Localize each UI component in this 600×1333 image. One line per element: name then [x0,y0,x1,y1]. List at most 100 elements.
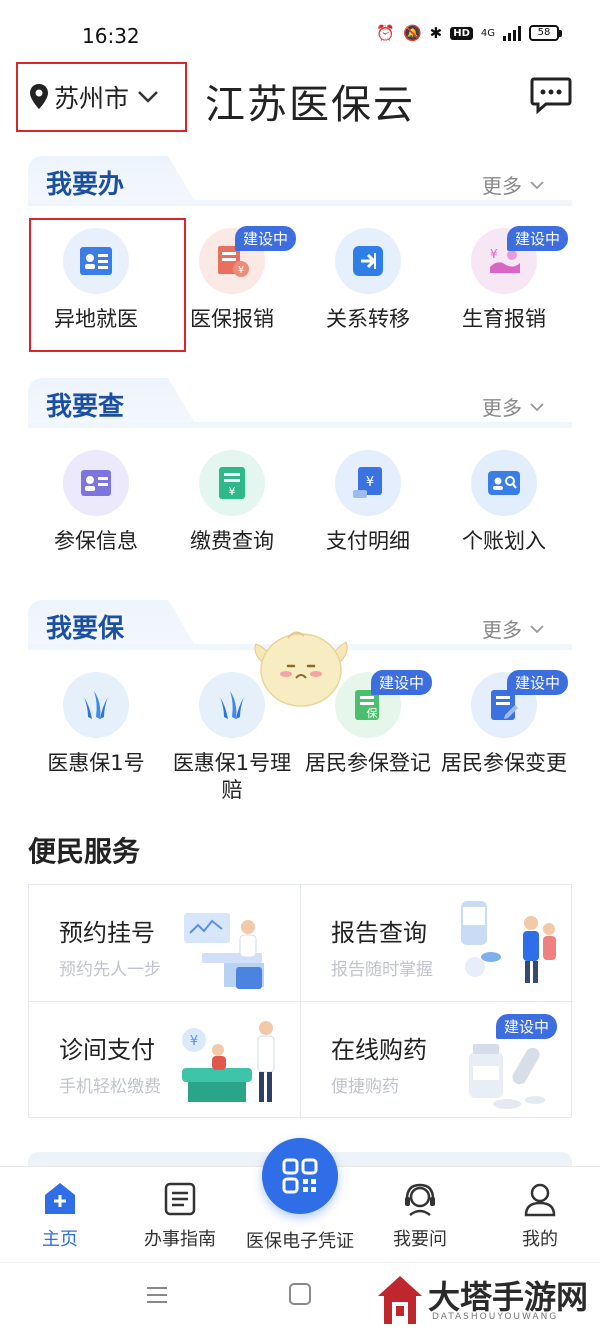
service-label: 缴费查询 [190,529,274,553]
more-label: 更多 [482,396,522,420]
service-item-transfer[interactable]: 关系转移 [300,228,436,333]
leaf-shield-icon [63,672,129,738]
service-item-payment-detail[interactable]: ¥ 支付明细 [300,450,436,555]
conv-clinic-pay[interactable]: 诊间支付 手机轻松缴费 ¥ [29,1002,301,1119]
headset-icon [405,1183,435,1217]
conv-online-pharmacy[interactable]: 在线购药 便捷购药 建设中 [301,1002,573,1119]
service-label: 居民参保变更 [441,751,567,775]
pharmacy-illustration [469,1044,545,1109]
service-item-maternity[interactable]: ¥ 建设中 生育报销 [436,226,572,333]
payment-detail-icon: ¥ [335,450,401,516]
signal-icon [503,25,521,41]
conv-title: 预约挂号 [59,919,155,947]
network-type: 4G [480,27,495,39]
conv-subtitle: 报告随时掌握 [331,960,433,980]
convenience-grid: 预约挂号 预约先人一步 报告查询 报告随时掌握 诊间支付 手机轻松缴费 ¥ 在线… [28,884,573,1119]
service-label: 参保信息 [54,529,138,553]
conv-subtitle: 预约先人一步 [59,960,161,980]
section-title: 我要办 [46,170,125,200]
section-title: 我要保 [46,614,125,644]
conv-report[interactable]: 报告查询 报告随时掌握 [301,885,573,1002]
section-title: 我要查 [46,392,125,422]
svg-text:¥: ¥ [238,265,244,276]
e-voucher-button[interactable] [262,1138,338,1214]
watermark-subtext: DATASHOUYOUWANG [432,1312,559,1322]
building-badge: 建设中 [506,670,568,695]
tab-ask[interactable]: 我要问 [360,1181,480,1251]
svg-text:¥: ¥ [190,1034,198,1049]
service-item-resident-change[interactable]: 建设中 居民参保变更 [436,670,572,804]
more-link[interactable]: 更多 [482,614,544,643]
section-query: 我要查 更多 参保信息 ¥ 缴费查询 ¥ 支付明细 个账划入 [28,378,572,555]
tab-mine[interactable]: 我的 [480,1181,600,1251]
conv-title: 报告查询 [331,919,427,947]
city-selector[interactable]: 苏州市 [16,62,187,132]
service-item-insurance-info[interactable]: 参保信息 [28,450,164,555]
tab-label: 主页 [42,1229,78,1250]
chevron-down-icon [138,91,158,103]
qr-code-icon [282,1158,318,1194]
tab-label: 医保电子凭证 [246,1231,354,1252]
conv-title: 在线购药 [331,1036,427,1064]
chevron-down-icon [530,624,544,633]
conv-appointment[interactable]: 预约挂号 预约先人一步 [29,885,301,1002]
service-label: 关系转移 [326,307,410,331]
mute-icon: 🔕 [402,24,422,42]
service-label: 居民参保登记 [305,751,431,775]
account-transfer-icon [471,450,537,516]
mascot-image [254,631,348,707]
tab-guide[interactable]: 办事指南 [120,1181,240,1251]
tab-home[interactable]: 主页 [0,1181,120,1251]
conv-subtitle: 便捷购药 [331,1077,399,1097]
conv-title: 诊间支付 [59,1036,155,1064]
service-label: 个账划入 [462,529,546,553]
svg-text:¥: ¥ [229,485,236,498]
building-badge: 建设中 [234,226,296,251]
chevron-down-icon [530,180,544,189]
clinic-pay-illustration: ¥ [182,1021,275,1102]
user-icon [524,1183,556,1217]
insurance-card-icon [63,450,129,516]
more-label: 更多 [482,174,522,198]
service-item-payment-query[interactable]: ¥ 缴费查询 [164,450,300,555]
hd-icon: HD [450,26,473,40]
more-label: 更多 [482,618,522,642]
message-icon[interactable] [530,76,572,114]
svg-text:保: 保 [367,706,378,720]
status-icons: ⏰ 🔕 ✱ HD 4G 58 [376,24,562,42]
home-plus-icon [45,1183,75,1214]
payment-doc-icon: ¥ [199,450,265,516]
battery-level: 58 [529,25,559,41]
service-label: 医保报销 [190,307,274,331]
service-label: 医惠保1号理赔 [172,751,292,802]
building-badge: 建设中 [370,670,432,695]
conv-subtitle: 手机轻松缴费 [59,1077,161,1097]
more-link[interactable]: 更多 [482,392,544,421]
home-button-icon[interactable] [289,1283,311,1305]
status-time: 16:32 [82,24,140,48]
more-link[interactable]: 更多 [482,170,544,199]
service-item-yihuibao[interactable]: 医惠保1号 [28,672,164,804]
service-item-account-transfer[interactable]: 个账划入 [436,450,572,555]
bluetooth-icon: ✱ [429,24,443,42]
watermark-logo-icon [378,1276,422,1324]
svg-text:¥: ¥ [366,475,374,490]
tab-e-voucher[interactable]: 医保电子凭证 [240,1227,360,1253]
tab-label: 我要问 [393,1229,447,1250]
report-illustration [461,901,556,983]
service-label: 生育报销 [462,307,546,331]
app-title: 江苏医保云 [205,82,415,128]
service-label: 支付明细 [326,529,410,553]
convenience-title: 便民服务 [28,835,141,868]
tab-label: 办事指南 [144,1229,216,1250]
transfer-arrow-icon [335,228,401,294]
battery-icon: 58 [529,25,562,41]
highlight-frame [29,218,186,352]
city-label: 苏州市 [54,84,130,113]
building-badge: 建设中 [506,226,568,251]
menu-icon[interactable] [146,1285,168,1305]
status-bar: 16:32 ⏰ 🔕 ✱ HD 4G 58 [0,0,600,60]
tab-label: 我的 [522,1229,558,1250]
watermark: 大塔手游网 DATASHOUYOUWANG [376,1270,596,1330]
guide-list-icon [164,1182,196,1216]
